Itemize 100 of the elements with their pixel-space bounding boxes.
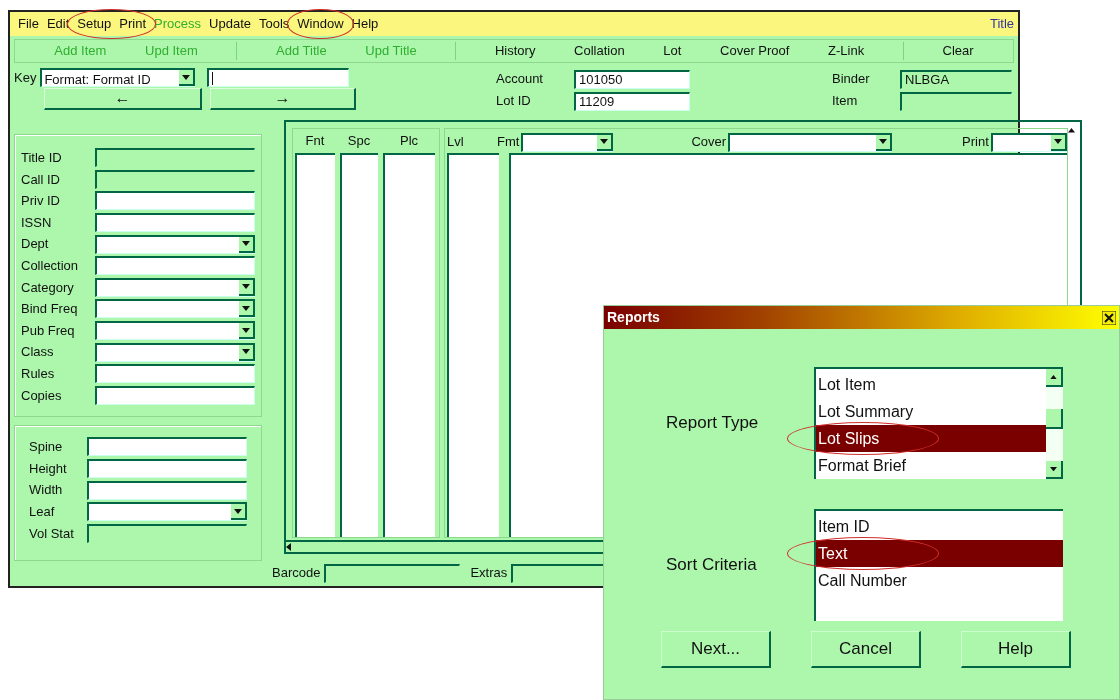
dropdown-field[interactable] [95,321,255,341]
dialog-button[interactable]: Next... [661,631,771,668]
toolbar-button[interactable]: Clear [942,41,974,61]
field-label: Priv ID [21,192,61,211]
field-label: Copies [21,386,63,405]
column-header: Spc [346,132,372,150]
field-label: Spine [29,438,64,457]
list-item[interactable]: Lot Summary [816,398,1046,425]
up-arrow-icon [1050,374,1057,380]
column-header: Cover [691,133,727,152]
scrollbar[interactable] [1046,369,1063,479]
field-label: Width [29,481,64,500]
menu-item[interactable]: File [14,14,43,34]
field-label: Vol Stat [29,524,75,543]
column-header: Fmt [497,133,520,152]
back-button[interactable]: ← [44,87,202,110]
close-icon[interactable] [1102,310,1116,325]
field-label: ISSN [21,213,53,232]
dropdown-arrow-icon [242,327,250,333]
menu-item[interactable]: Help [347,14,383,34]
list-item[interactable]: Text [816,540,1063,567]
dropdown-arrow-icon [182,74,191,80]
menu-item[interactable]: Update [205,14,255,34]
field-label: Report Type [665,412,760,435]
text-field[interactable] [95,191,255,211]
menu-item[interactable]: Edit [42,14,74,34]
menu-item[interactable]: Tools [254,14,294,34]
toolbar-button[interactable]: History [494,41,536,61]
forward-button[interactable]: → [210,87,356,110]
list-item[interactable]: Lot Slips [816,425,1046,452]
field-label: Dept [21,235,50,254]
dropdown-field[interactable] [728,132,893,152]
search-field[interactable] [207,68,350,88]
text-field[interactable] [87,437,247,457]
text-field[interactable] [87,480,247,500]
text-field[interactable]: 11209 [574,91,690,111]
list-item[interactable]: Call Number [816,567,1063,594]
dropdown-field[interactable] [95,277,255,297]
text-field[interactable] [95,385,255,405]
text-field[interactable]: 101050 [574,69,690,89]
text-field[interactable] [95,364,255,384]
dropdown-field[interactable] [87,502,247,522]
field-label: Leaf [29,502,56,521]
dropdown-arrow-icon [242,284,250,290]
field-label: Height [29,459,68,478]
toolbar-button[interactable]: Z-Link [828,41,865,61]
dropdown-field[interactable] [990,132,1067,152]
dropdown-arrow-icon [242,349,250,355]
toolbar-button[interactable]: Cover Proof [720,41,790,61]
field-label: Rules [21,365,56,383]
menu-item[interactable]: Window [293,14,348,34]
toolbar-button[interactable]: Lot [663,41,682,61]
field-label: Binder [832,70,871,89]
field-label: Call ID [21,170,61,189]
field-label: Sort Criteria [665,554,758,577]
text-field[interactable] [87,459,247,478]
window-title: Title [989,15,1014,34]
field-label: Class [21,343,55,362]
text-field[interactable] [95,213,255,233]
dialog-title: Reports [607,308,660,327]
list-box[interactable]: Lot Item Lot Summary Lot Slips Format Brief [814,367,1063,479]
down-arrow-icon [1050,466,1057,472]
list-item[interactable]: Item ID [816,513,1063,540]
up-arrow-icon [1067,128,1075,133]
menu-item[interactable]: Setup [73,14,116,34]
field-label: Item [832,92,859,111]
left-arrow-icon [286,543,291,551]
field-label: Bind Freq [21,300,79,319]
list-item[interactable]: Format Brief [816,452,1046,479]
list-item[interactable]: Lot Item [816,371,1046,398]
key-label: Key [14,69,37,87]
dropdown-arrow-icon [1053,139,1062,144]
dialog-button[interactable]: Cancel [811,631,921,668]
dropdown-arrow-icon [242,305,250,311]
toolbar-button[interactable]: Collation [574,41,625,61]
dropdown-arrow-icon [234,508,242,514]
field-label: Extras [470,564,508,583]
dropdown-arrow-icon [879,139,888,144]
scrollbar-thumb[interactable] [1046,409,1063,429]
column-header: Lvl [447,133,465,152]
dropdown-arrow-icon [242,241,250,247]
list-box[interactable]: Item ID Text Call Number [814,509,1063,621]
field-label: Account [496,70,544,89]
dropdown-field[interactable] [95,234,255,254]
field-label: Title ID [21,149,63,168]
display-field: NLBGA [900,69,1012,89]
dialog-button[interactable]: Help [961,631,1071,668]
field-label: Collection [21,257,80,275]
dropdown-field[interactable] [95,299,255,319]
column-header: Fnt [304,132,326,150]
key-dropdown[interactable]: Format: Format ID [40,68,196,88]
field-label: Pub Freq [21,321,76,340]
dropdown-arrow-icon [600,139,609,144]
dropdown-field[interactable] [95,342,255,362]
dropdown-field[interactable] [521,132,614,152]
menu-item[interactable]: Print [115,14,151,34]
field-label: Barcode [272,564,321,583]
column-header: Print [962,133,989,152]
field-label: Lot ID [496,92,532,111]
text-field[interactable] [95,256,255,276]
